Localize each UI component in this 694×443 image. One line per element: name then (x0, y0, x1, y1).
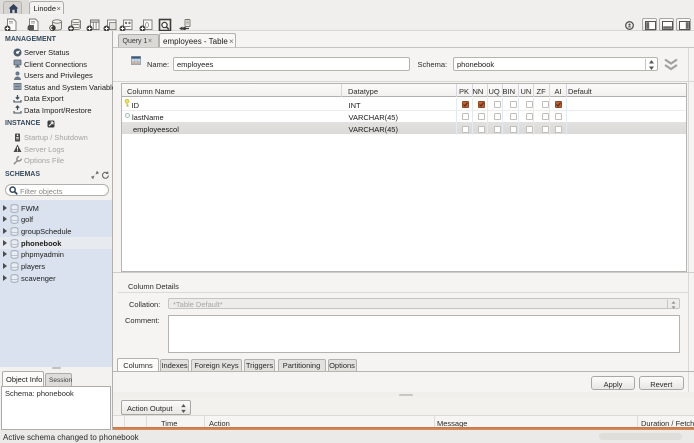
svg-text:(): () (145, 22, 149, 28)
